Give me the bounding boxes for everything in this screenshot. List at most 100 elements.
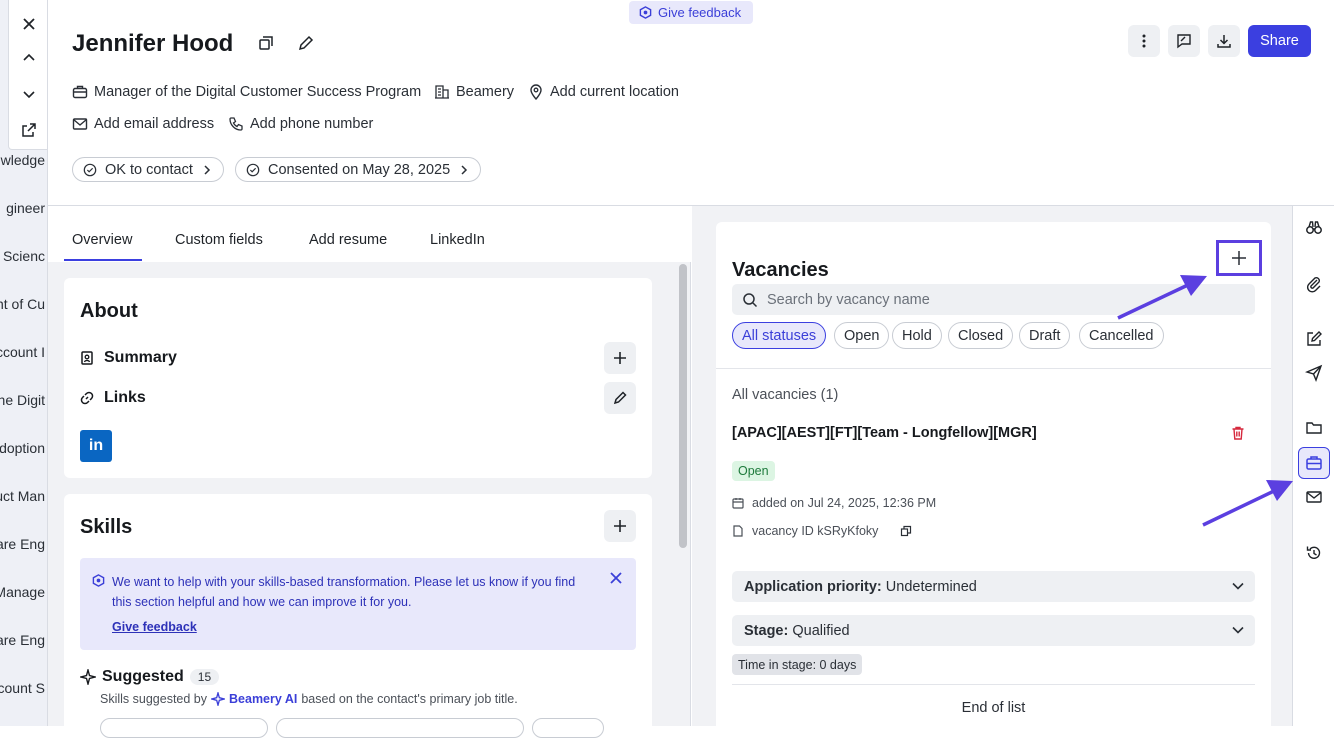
status-filter-cancelled[interactable]: Cancelled — [1079, 322, 1164, 349]
ai-sparkle-icon — [211, 692, 226, 706]
list-item[interactable]: uct Man — [0, 488, 45, 504]
list-item[interactable]: n Scienc — [0, 248, 45, 264]
add-phone-button[interactable]: Add phone number — [228, 116, 373, 132]
list-item[interactable]: vare Eng — [0, 536, 45, 552]
application-priority-select[interactable]: Application priority: Undetermined — [732, 571, 1255, 602]
edit-icon[interactable] — [297, 34, 315, 52]
status-filter-hold[interactable]: Hold — [892, 322, 942, 349]
consent-chip[interactable]: Consented on May 28, 2025 — [235, 157, 482, 182]
paperclip-icon[interactable] — [1305, 275, 1323, 293]
send-icon[interactable] — [1305, 364, 1323, 382]
binoculars-icon[interactable] — [1305, 219, 1323, 237]
list-item[interactable]: nt of Cu — [0, 296, 45, 312]
mail-icon[interactable] — [1305, 488, 1323, 506]
add-skill-button[interactable] — [604, 510, 636, 542]
phone-text: Add phone number — [250, 116, 374, 132]
tab-add-resume[interactable]: Add resume — [309, 232, 387, 248]
list-item[interactable]: ccount S — [0, 680, 45, 696]
list-item[interactable]: wledge — [1, 152, 45, 168]
add-email-button[interactable]: Add email address — [72, 116, 214, 132]
list-item[interactable]: doption — [0, 440, 45, 456]
overview-panel: Overview Custom fields Add resume Linked… — [48, 206, 691, 738]
skill-chip[interactable] — [100, 718, 268, 738]
copy-icon[interactable] — [257, 34, 275, 52]
folder-icon[interactable] — [1305, 419, 1323, 437]
suggested-desc-post: based on the contact's primary job title… — [301, 692, 518, 706]
trash-icon[interactable] — [1230, 425, 1246, 441]
linkedin-icon[interactable]: in — [80, 430, 112, 462]
skills-title: Skills — [80, 516, 133, 538]
mail-icon — [72, 118, 88, 130]
status-filter-closed[interactable]: Closed — [948, 322, 1014, 349]
give-feedback-button[interactable]: Give feedback — [629, 1, 754, 24]
status-filter-open[interactable]: Open — [834, 322, 890, 349]
edit-links-button[interactable] — [604, 382, 636, 414]
list-item[interactable]: the Digit — [0, 392, 45, 408]
open-external-icon[interactable] — [19, 120, 39, 140]
vacancy-status-badge: Open — [732, 461, 775, 481]
time-in-stage-badge: Time in stage: 0 days — [732, 654, 863, 675]
job-title: Manager of the Digital Customer Success … — [72, 84, 421, 100]
contact-name: Jennifer Hood — [72, 30, 234, 57]
ok-to-contact-chip[interactable]: OK to contact — [72, 157, 224, 182]
divider — [732, 684, 1255, 685]
vacancy-id-text: vacancy ID kSRyKfoky — [752, 524, 879, 538]
vacancy-id-row: vacancy ID kSRyKfoky — [732, 524, 912, 538]
skill-chip[interactable] — [276, 718, 524, 738]
add-vacancy-button[interactable] — [1216, 240, 1262, 276]
banner-line-2: this section helpful and how we can impr… — [112, 595, 412, 609]
add-location-button[interactable]: Add current location — [528, 84, 679, 100]
vacancies-panel: Vacancies Search by vacancy name All sta… — [692, 206, 1292, 732]
more-options-button[interactable] — [1128, 25, 1160, 57]
chevron-up-icon[interactable] — [19, 48, 39, 68]
tab-custom-fields[interactable]: Custom fields — [175, 232, 263, 248]
status-filter-draft[interactable]: Draft — [1019, 322, 1071, 349]
vacancies-title: Vacancies — [732, 259, 829, 281]
close-icon[interactable] — [19, 14, 39, 34]
divider — [716, 368, 1271, 369]
end-of-list: End of list — [961, 700, 1026, 716]
email-text: Add email address — [94, 116, 215, 132]
download-button[interactable] — [1208, 25, 1240, 57]
history-icon[interactable] — [1305, 544, 1323, 562]
search-placeholder: Search by vacancy name — [767, 291, 930, 308]
active-tab-indicator — [64, 259, 142, 261]
chevron-down-icon[interactable] — [19, 84, 39, 104]
skill-chip[interactable] — [532, 718, 604, 738]
comment-button[interactable] — [1168, 25, 1200, 57]
list-item[interactable]: gineer — [6, 200, 45, 216]
company-text: Beamery — [456, 84, 515, 100]
briefcase-icon — [72, 85, 88, 99]
status-filter-all[interactable]: All statuses — [732, 322, 827, 349]
tab-linkedin[interactable]: LinkedIn — [430, 232, 485, 248]
note-edit-icon[interactable] — [1305, 330, 1323, 348]
share-button[interactable]: Share — [1248, 25, 1311, 57]
chevron-right-icon — [204, 164, 210, 175]
suggested-label: Suggested — [102, 668, 184, 685]
list-item[interactable]: vare Eng — [0, 632, 45, 648]
plus-icon — [614, 520, 626, 532]
close-icon[interactable] — [608, 570, 624, 586]
banner-feedback-link[interactable]: Give feedback — [112, 620, 197, 634]
ok-to-contact-label: OK to contact — [105, 161, 193, 178]
check-circle-icon — [83, 163, 97, 176]
feedback-icon — [639, 6, 652, 19]
suggested-count-badge: 15 — [189, 669, 220, 685]
list-item[interactable]: ccount I — [0, 344, 45, 360]
tab-overview[interactable]: Overview — [72, 232, 132, 248]
company[interactable]: Beamery — [434, 84, 514, 100]
stage-select[interactable]: Stage: Qualified — [732, 615, 1255, 646]
stage-label: Stage: — [744, 622, 789, 639]
vacancy-search-input[interactable]: Search by vacancy name — [732, 284, 1255, 315]
links-row: Links — [80, 389, 146, 407]
vacancy-name[interactable]: [APAC][AEST][FT][Team - Longfellow][MGR] — [732, 425, 1037, 441]
copy-icon[interactable] — [900, 525, 912, 537]
about-title: About — [80, 300, 138, 322]
building-icon — [435, 85, 449, 99]
add-summary-button[interactable] — [604, 342, 636, 374]
scrollbar[interactable] — [679, 264, 687, 548]
skills-feedback-banner: We want to help with your skills-based t… — [80, 558, 636, 650]
vacancies-card: Vacancies Search by vacancy name All sta… — [716, 222, 1271, 732]
vacancy-added-date: added on Jul 24, 2025, 12:36 PM — [732, 496, 936, 510]
list-item[interactable]: Manage — [0, 584, 45, 600]
